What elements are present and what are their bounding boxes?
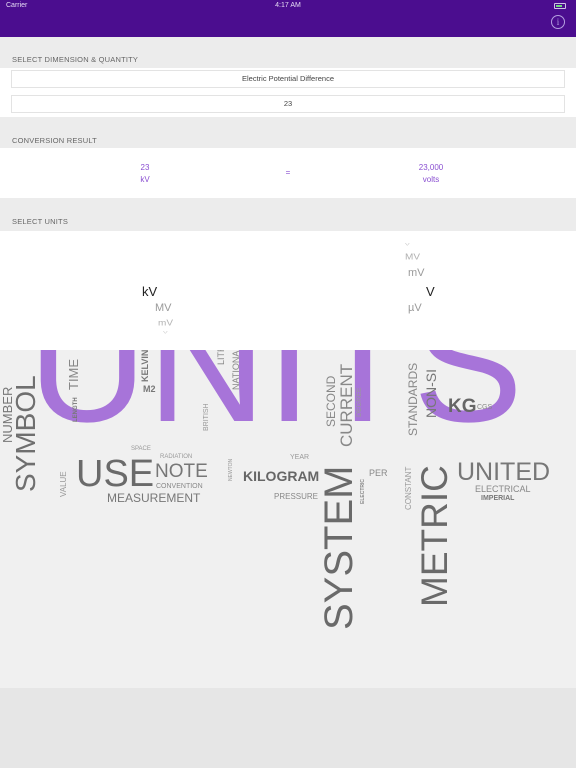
dimension-selector[interactable]: Electric Potential Difference	[11, 70, 565, 88]
bottom-area	[0, 688, 576, 768]
word-newton: NEWTON	[228, 458, 234, 481]
word-per: PER	[369, 468, 388, 478]
word-m2: M2	[143, 384, 156, 394]
result-to-unit: volts	[422, 175, 440, 184]
word-measurement: MEASUREMENT	[107, 491, 201, 505]
word-number: NUMBER	[0, 386, 15, 443]
word-current: CURRENT	[337, 363, 356, 447]
left-unit-option[interactable]: MV	[155, 302, 172, 314]
word-convention: CONVENTION	[156, 483, 203, 490]
word-non-si: NON-SI	[423, 369, 439, 418]
section-header-units: SELECT UNITS	[0, 198, 576, 231]
word-degree: DEGREE	[356, 387, 363, 417]
result-from-unit: kV	[140, 175, 150, 184]
word-radiation: RADIATION	[160, 454, 193, 460]
word-cgs: CGS	[477, 404, 493, 411]
word-length: LENGTH	[73, 397, 79, 422]
result-block: 23 kV = 23,000 volts	[0, 148, 576, 198]
left-unit-selected[interactable]: kV	[142, 284, 157, 299]
word-british: BRITISH	[203, 403, 210, 431]
clock: 4:17 AM	[275, 2, 301, 9]
quantity-field[interactable]: 23	[11, 95, 565, 113]
word-kelvin: KELVIN	[140, 350, 150, 382]
word-standards: STANDARDS	[406, 362, 420, 436]
result-from-value: 23	[140, 163, 150, 172]
word-metric: METRIC	[414, 465, 455, 607]
word-national: NATIONAL	[231, 350, 241, 390]
input-block: Electric Potential Difference 23	[0, 68, 576, 117]
status-bar: Carrier 4:17 AM	[0, 0, 576, 12]
word-constant: CONSTANT	[404, 466, 413, 510]
battery-icon	[554, 3, 566, 9]
word-time: TIME	[66, 358, 81, 390]
section-header-result: CONVERSION RESULT	[0, 117, 576, 148]
word-use: USE	[76, 453, 155, 495]
info-icon[interactable]: i	[551, 15, 565, 29]
word-imperial: IMPERIAL	[481, 495, 515, 502]
result-to-value: 23,000	[418, 163, 444, 172]
word-united: UNITED	[457, 458, 551, 486]
word-kg: KG	[448, 396, 477, 417]
word-system: SYSTEM	[317, 465, 361, 630]
left-unit-option[interactable]: mV	[158, 319, 173, 328]
word-litre: LITRE	[216, 350, 226, 365]
word-kilogram: KILOGRAM	[243, 468, 320, 484]
word-electrical: ELECTRICAL	[475, 484, 531, 494]
unit-picker[interactable]: kV MV mV V V MV mV V µV	[0, 231, 576, 351]
word-symbol: SYMBOL	[10, 375, 41, 492]
right-unit-option[interactable]: MV	[405, 253, 420, 262]
word-electric: ELECTRIC	[360, 479, 366, 504]
left-unit-option[interactable]: V	[163, 331, 168, 335]
word-note: NOTE	[155, 461, 208, 482]
right-unit-option[interactable]: mV	[408, 267, 425, 279]
section-header-select: SELECT DIMENSION & QUANTITY	[0, 37, 576, 68]
nav-bar: i	[0, 12, 576, 37]
right-unit-option[interactable]: V	[405, 243, 410, 247]
right-unit-selected[interactable]: V	[426, 284, 435, 299]
word-second: SECOND	[324, 375, 338, 427]
word-value: VALUE	[59, 471, 68, 497]
word-pressure: PRESSURE	[274, 492, 319, 501]
word-cloud-background: UNITS USE NOTE CONVENTION MEASUREMENT SY…	[0, 350, 576, 688]
word-space: SPACE	[131, 446, 151, 452]
result-equals: =	[285, 168, 291, 177]
word-year: YEAR	[290, 454, 310, 461]
right-unit-option[interactable]: µV	[408, 302, 422, 314]
